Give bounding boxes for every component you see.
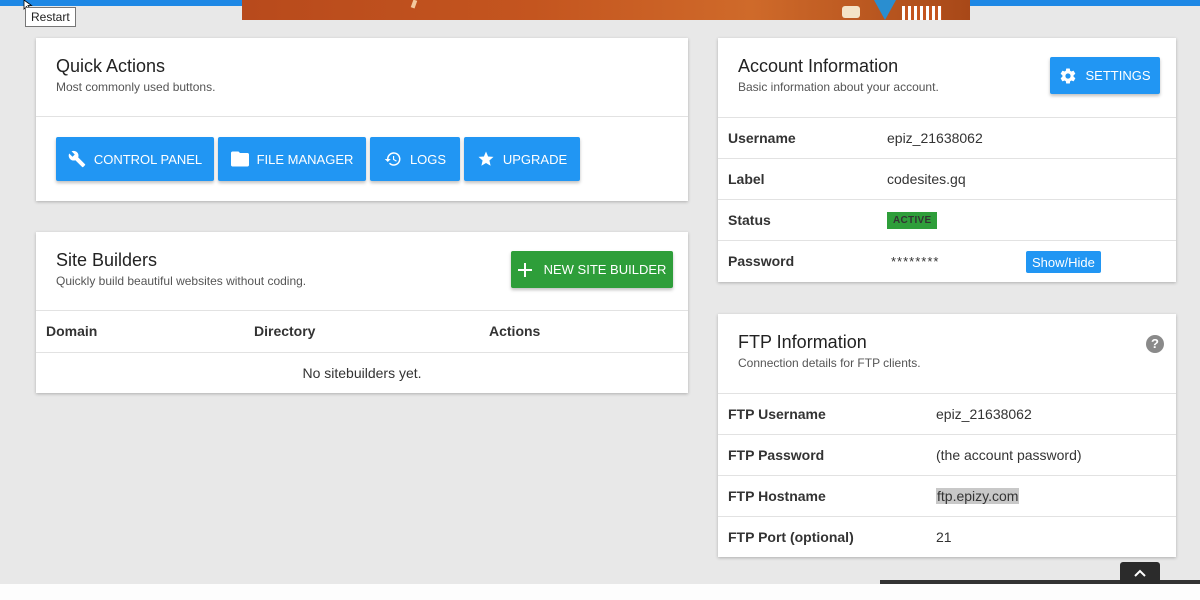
ftp-info-title: FTP Information bbox=[738, 332, 867, 352]
logs-label: LOGS bbox=[409, 151, 447, 167]
quick-actions-subtitle: Most commonly used buttons. bbox=[56, 80, 216, 94]
plus-icon bbox=[517, 262, 532, 277]
folder-icon bbox=[230, 151, 249, 167]
banner-graphic bbox=[410, 0, 418, 9]
quick-actions-card: Quick Actions Most commonly used buttons… bbox=[36, 38, 688, 201]
ftp-row-password: FTP Password (the account password) bbox=[718, 434, 1176, 475]
chevron-up-icon bbox=[1134, 569, 1146, 577]
star-icon bbox=[478, 151, 494, 166]
ftp-password-value: (the account password) bbox=[936, 447, 1082, 463]
banner-graphic bbox=[874, 0, 896, 20]
ftp-username-label: FTP Username bbox=[728, 406, 826, 422]
status-label: Status bbox=[728, 212, 771, 228]
account-row-label: Label codesites.gq bbox=[718, 158, 1176, 199]
column-header-domain: Domain bbox=[46, 323, 98, 339]
quick-actions-header: Quick Actions Most commonly used buttons… bbox=[36, 38, 688, 116]
new-site-builder-label: NEW SITE BUILDER bbox=[543, 262, 667, 277]
control-panel-button[interactable]: CONTROL PANEL bbox=[56, 137, 214, 181]
help-icon[interactable]: ? bbox=[1146, 335, 1164, 353]
password-label: Password bbox=[728, 253, 795, 269]
new-site-builder-button[interactable]: NEW SITE BUILDER bbox=[511, 251, 673, 288]
divider bbox=[36, 116, 688, 117]
password-value: ******** bbox=[891, 253, 940, 269]
file-manager-label: FILE MANAGER bbox=[256, 151, 354, 167]
control-panel-label: CONTROL PANEL bbox=[93, 151, 203, 167]
account-row-username: Username epiz_21638062 bbox=[718, 117, 1176, 158]
ftp-port-label: FTP Port (optional) bbox=[728, 529, 854, 545]
username-value: epiz_21638062 bbox=[887, 130, 983, 146]
username-label: Username bbox=[728, 130, 796, 146]
ad-banner[interactable] bbox=[242, 0, 970, 20]
quick-actions-title: Quick Actions bbox=[56, 56, 166, 76]
ftp-info-header: FTP Information Connection details for F… bbox=[718, 314, 1176, 394]
ftp-row-port: FTP Port (optional) 21 bbox=[718, 516, 1176, 557]
restart-tooltip: Restart bbox=[25, 7, 76, 27]
account-info-card: Account Information Basic information ab… bbox=[718, 38, 1176, 282]
account-row-password: Password ******** Show/Hide bbox=[718, 240, 1176, 281]
upgrade-button[interactable]: UPGRADE bbox=[464, 137, 580, 181]
site-builders-card: Site Builders Quickly build beautiful we… bbox=[36, 232, 688, 393]
logs-button[interactable]: LOGS bbox=[370, 137, 460, 181]
site-builders-table-header: Domain Directory Actions bbox=[36, 311, 688, 352]
ftp-row-username: FTP Username epiz_21638062 bbox=[718, 393, 1176, 434]
ftp-info-card: FTP Information Connection details for F… bbox=[718, 314, 1176, 557]
empty-state-text: No sitebuilders yet. bbox=[302, 365, 422, 381]
ftp-hostname-label: FTP Hostname bbox=[728, 488, 826, 504]
banner-graphic bbox=[902, 6, 942, 20]
ftp-password-label: FTP Password bbox=[728, 447, 825, 463]
ftp-username-value: epiz_21638062 bbox=[936, 406, 1032, 422]
ftp-info-subtitle: Connection details for FTP clients. bbox=[738, 356, 921, 370]
ftp-row-hostname: FTP Hostname ftp.epizy.com bbox=[718, 475, 1176, 516]
ftp-port-value: 21 bbox=[936, 529, 952, 545]
status-badge: ACTIVE bbox=[887, 211, 938, 229]
ftp-hostname-value[interactable]: ftp.epizy.com bbox=[936, 488, 1020, 504]
label-label: Label bbox=[728, 171, 765, 187]
file-manager-button[interactable]: FILE MANAGER bbox=[218, 137, 366, 181]
wrench-icon bbox=[68, 150, 86, 168]
upgrade-label: UPGRADE bbox=[502, 151, 568, 167]
gear-icon bbox=[1061, 68, 1076, 84]
settings-button[interactable]: SETTINGS bbox=[1050, 57, 1160, 94]
account-row-status: Status ACTIVE bbox=[718, 199, 1176, 240]
scroll-to-top-button[interactable] bbox=[1120, 562, 1160, 584]
bottom-strip bbox=[0, 584, 1200, 600]
column-header-actions: Actions bbox=[489, 323, 541, 339]
banner-graphic bbox=[842, 6, 860, 18]
show-hide-password-button[interactable]: Show/Hide bbox=[1026, 251, 1101, 273]
settings-label: SETTINGS bbox=[1085, 68, 1151, 83]
column-header-directory: Directory bbox=[254, 323, 316, 339]
label-value: codesites.gq bbox=[887, 171, 966, 187]
history-icon bbox=[384, 152, 401, 166]
